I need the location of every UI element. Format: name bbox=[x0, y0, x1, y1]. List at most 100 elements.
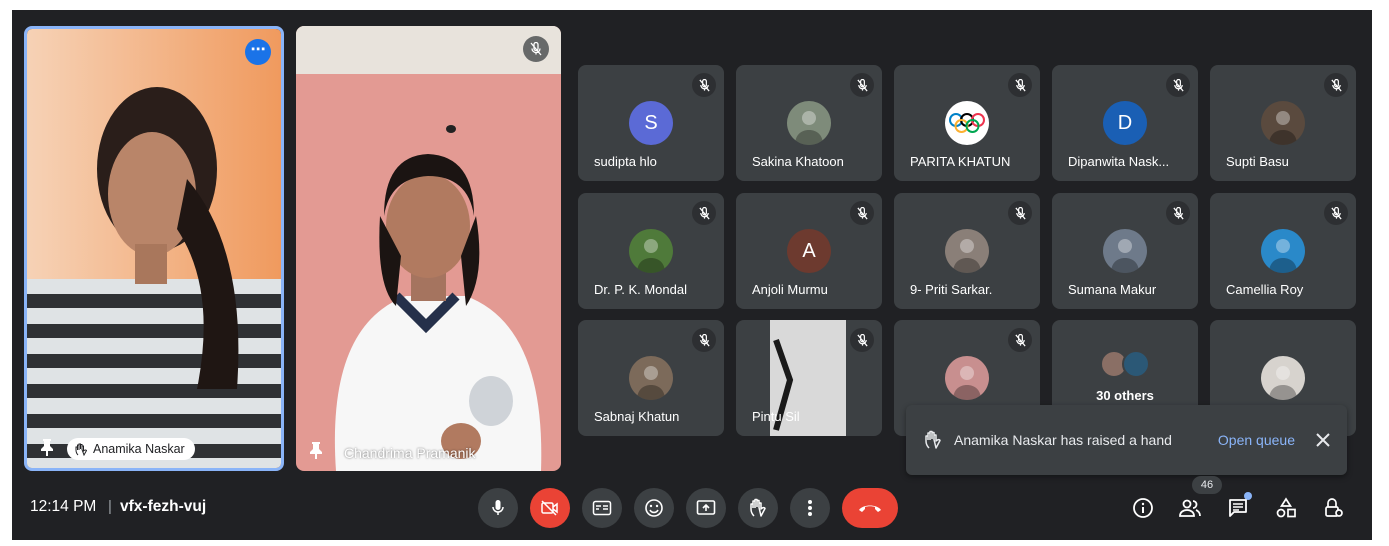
camera-button[interactable] bbox=[530, 488, 570, 528]
participant-name: Sakina Khatoon bbox=[752, 154, 844, 169]
avatar bbox=[945, 101, 989, 145]
emoji-button[interactable] bbox=[634, 488, 674, 528]
mic-icon bbox=[492, 500, 504, 515]
participant-tile[interactable]: Dr. P. K. Mondal bbox=[578, 193, 724, 309]
mic-off-icon bbox=[692, 73, 716, 97]
mic-off-icon bbox=[692, 328, 716, 352]
divider: | bbox=[108, 498, 112, 515]
open-queue-link[interactable]: Open queue bbox=[1218, 432, 1295, 448]
participant-tile[interactable]: D Dipanwita Nask... bbox=[1052, 65, 1198, 181]
participant-name: Dr. P. K. Mondal bbox=[594, 282, 687, 297]
mic-off-icon bbox=[850, 201, 874, 225]
pin-icon[interactable] bbox=[39, 438, 55, 456]
participant-tile[interactable]: Sumana Makur bbox=[1052, 193, 1198, 309]
avatar-group bbox=[1100, 350, 1152, 378]
people-button[interactable] bbox=[1176, 494, 1204, 522]
activities-button[interactable] bbox=[1272, 494, 1300, 522]
captions-icon bbox=[592, 500, 612, 516]
participant-tile[interactable]: Pintu Sil bbox=[736, 320, 882, 436]
video-feed bbox=[27, 29, 281, 468]
raise-hand-button[interactable] bbox=[738, 488, 778, 528]
more-options-icon bbox=[808, 500, 812, 516]
avatar bbox=[945, 229, 989, 273]
meeting-code: vfx-fezh-vuj bbox=[120, 498, 207, 515]
meet-window: ⋯ Anamika Naskar Chandrima Pramanik S su… bbox=[12, 10, 1372, 540]
leave-call-button[interactable] bbox=[842, 488, 898, 528]
avatar bbox=[629, 229, 673, 273]
mic-off-icon bbox=[692, 201, 716, 225]
avatar bbox=[1261, 229, 1305, 273]
participant-name: Sumana Makur bbox=[1068, 282, 1157, 297]
people-count-badge: 46 bbox=[1192, 476, 1222, 494]
meeting-details-button[interactable] bbox=[1129, 494, 1157, 522]
participant-name: Chandrima Pramanik bbox=[344, 445, 476, 461]
mic-off-icon bbox=[1324, 201, 1348, 225]
raised-hand-icon bbox=[75, 443, 87, 456]
avatar bbox=[1103, 229, 1147, 273]
chat-icon bbox=[1229, 499, 1247, 517]
close-icon[interactable] bbox=[1313, 430, 1333, 450]
participant-name: Supti Basu bbox=[1226, 154, 1289, 169]
participant-name: 9- Priti Sarkar. bbox=[910, 282, 993, 297]
mic-off-icon bbox=[523, 36, 549, 62]
mic-off-icon bbox=[850, 328, 874, 352]
video-tile-anamika[interactable]: ⋯ Anamika Naskar bbox=[24, 26, 284, 471]
participant-tile[interactable]: Sabnaj Khatun bbox=[578, 320, 724, 436]
participant-tile[interactable]: A Anjoli Murmu bbox=[736, 193, 882, 309]
end-call-icon bbox=[859, 505, 881, 512]
more-options-button[interactable] bbox=[790, 488, 830, 528]
people-icon bbox=[1179, 499, 1201, 517]
video-feed bbox=[296, 26, 561, 471]
camera-off-icon bbox=[541, 500, 558, 516]
participant-tile[interactable]: PARITA KHATUN bbox=[894, 65, 1040, 181]
mic-off-icon bbox=[1166, 73, 1190, 97]
avatar bbox=[629, 356, 673, 400]
meeting-time: 12:14 PM bbox=[30, 498, 97, 515]
participant-tile[interactable]: Camellia Roy bbox=[1210, 193, 1356, 309]
participant-name: Sabnaj Khatun bbox=[594, 409, 680, 424]
video-tile-chandrima[interactable]: Chandrima Pramanik bbox=[296, 26, 561, 471]
avatar: A bbox=[787, 229, 831, 273]
microphone-button[interactable] bbox=[478, 488, 518, 528]
avatar: S bbox=[629, 101, 673, 145]
participant-tile[interactable]: Supti Basu bbox=[1210, 65, 1356, 181]
mic-off-icon bbox=[850, 73, 874, 97]
participant-name: Pintu Sil bbox=[752, 409, 800, 424]
mic-off-icon bbox=[1166, 201, 1190, 225]
chat-button[interactable] bbox=[1224, 494, 1252, 522]
notification-message: Anamika Naskar has raised a hand bbox=[954, 432, 1172, 448]
raised-hand-notification: Anamika Naskar has raised a hand Open qu… bbox=[906, 405, 1347, 475]
present-button[interactable] bbox=[686, 488, 726, 528]
avatar bbox=[945, 356, 989, 400]
info-icon bbox=[1133, 498, 1153, 518]
avatar bbox=[1261, 356, 1305, 400]
mic-off-icon bbox=[1324, 73, 1348, 97]
participant-name: PARITA KHATUN bbox=[910, 154, 1011, 169]
mic-off-icon bbox=[1008, 201, 1032, 225]
participant-tile[interactable]: 9- Priti Sarkar. bbox=[894, 193, 1040, 309]
participant-name: Camellia Roy bbox=[1226, 282, 1304, 297]
participant-name: Anjoli Murmu bbox=[752, 282, 828, 297]
avatar: D bbox=[1103, 101, 1147, 145]
others-count: 30 others bbox=[1096, 388, 1154, 403]
participant-name: Dipanwita Nask... bbox=[1068, 154, 1170, 169]
host-controls-icon bbox=[1325, 498, 1343, 517]
mic-off-icon bbox=[1008, 328, 1032, 352]
avatar bbox=[1261, 101, 1305, 145]
present-icon bbox=[696, 500, 716, 515]
avatar bbox=[787, 101, 831, 145]
emoji-icon bbox=[645, 499, 663, 517]
participant-tile[interactable]: Ssudipta hlo bbox=[578, 65, 724, 181]
more-options-icon[interactable]: ⋯ bbox=[245, 39, 271, 65]
captions-button[interactable] bbox=[582, 488, 622, 528]
participant-name-chip: Anamika Naskar bbox=[67, 438, 195, 460]
participant-tile[interactable]: Sakina Khatoon bbox=[736, 65, 882, 181]
mic-off-icon bbox=[1008, 73, 1032, 97]
raise-hand-icon bbox=[750, 498, 766, 517]
pin-icon[interactable] bbox=[308, 441, 324, 459]
host-controls-button[interactable] bbox=[1320, 494, 1348, 522]
raised-hand-icon bbox=[925, 430, 941, 449]
bottom-bar: 12:14 PM | vfx-fezh-vuj 46 bbox=[12, 476, 1372, 540]
activities-icon bbox=[1276, 497, 1296, 518]
participant-name: sudipta hlo bbox=[594, 154, 657, 169]
